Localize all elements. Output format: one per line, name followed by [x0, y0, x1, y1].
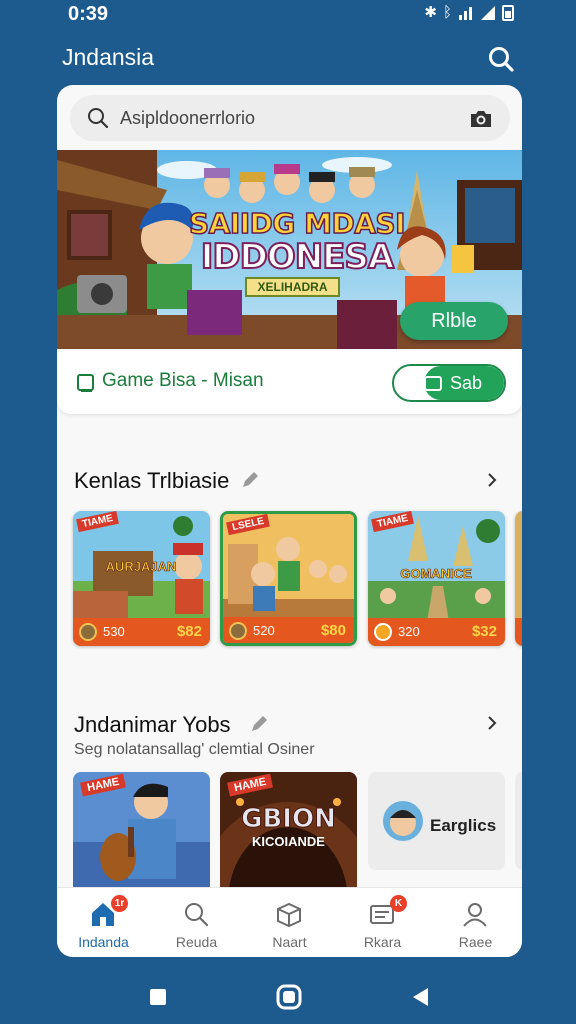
- search-icon[interactable]: [486, 44, 516, 74]
- card-old-price: $32: [471, 623, 497, 640]
- nav-item-profile[interactable]: Raee: [429, 888, 522, 957]
- card-title: GBION: [241, 804, 337, 834]
- camera-icon[interactable]: [468, 106, 494, 130]
- toggle-label: Sab: [450, 373, 483, 393]
- recents-icon[interactable]: [148, 987, 168, 1007]
- nav-label: Naart: [272, 934, 307, 950]
- card-old-price: $80: [320, 622, 346, 639]
- card-image: [515, 511, 522, 646]
- wallet-icon: [424, 376, 442, 391]
- game-card[interactable]: [515, 511, 522, 646]
- pencil-icon: [243, 472, 258, 487]
- banner-title-line1: SAIIDG MDASI: [188, 207, 406, 240]
- card-footer: 320 $32: [368, 618, 505, 646]
- person-icon: [463, 903, 487, 927]
- section-title-new: Jndanimar Yobs: [74, 712, 231, 737]
- card-title: Earglics: [430, 816, 497, 835]
- nav-badge: K: [390, 895, 407, 912]
- game-card[interactable]: HAME GBION KICOIANDE: [220, 772, 357, 902]
- game-card[interactable]: Earglics: [368, 772, 505, 870]
- game-card[interactable]: [515, 772, 522, 870]
- search-input[interactable]: [120, 103, 460, 133]
- banner-play-button[interactable]: Rlble: [400, 302, 508, 340]
- pencil-icon: [252, 716, 267, 731]
- status-bar: 0:39 ✱ ᛒ: [0, 0, 576, 30]
- nav-badge: 1r: [111, 895, 128, 912]
- avatar: [383, 801, 423, 841]
- card-footer: 530 $82: [73, 618, 210, 646]
- status-time: 0:39: [68, 3, 109, 25]
- app-title: Jndansia: [62, 44, 155, 70]
- status-icons: ✱ ᛒ: [424, 4, 514, 22]
- section-subtitle: Seg nolatansallag' clemtial Osiner: [74, 741, 315, 758]
- main-panel: SAIIDG MDASI IDDONESA XELIHADRA Rlble Ga…: [57, 85, 522, 957]
- promo-row[interactable]: Game Bisa - Misan Sab: [57, 349, 522, 414]
- banner-tag: XELIHADRA: [245, 277, 340, 297]
- card-price: 520: [253, 623, 275, 638]
- avatar: [374, 623, 392, 641]
- promo-label: Game Bisa - Misan: [102, 370, 264, 391]
- avatar: [229, 622, 247, 640]
- game-card[interactable]: TIAME AURJAJAN 530 $82: [73, 511, 210, 646]
- avatar: [79, 623, 97, 641]
- card-price: 530: [103, 624, 125, 639]
- banner-title-line2: IDDONESA: [200, 237, 395, 277]
- card-old-price: $82: [176, 623, 202, 640]
- card-footer: 520 $80: [223, 617, 354, 643]
- search-bar[interactable]: [70, 95, 510, 141]
- game-card[interactable]: HAME: [73, 772, 210, 902]
- chevron-right-icon[interactable]: [485, 472, 499, 488]
- nav-label: Raee: [458, 934, 493, 950]
- bottom-nav: 1r Indanda Reuda Naart K Rkara Raee: [57, 887, 522, 957]
- nav-item-messages[interactable]: K Rkara: [336, 888, 429, 957]
- search-icon: [185, 903, 209, 927]
- home-button-icon[interactable]: [276, 984, 302, 1010]
- hero-banner[interactable]: SAIIDG MDASI IDDONESA XELIHADRA Rlble: [57, 150, 522, 350]
- bluetooth-icon: ✱: [424, 4, 437, 21]
- search-icon: [88, 108, 109, 129]
- system-nav-bar: [0, 975, 576, 1020]
- nav-item-store[interactable]: Naart: [243, 888, 336, 957]
- nav-label: Reuda: [175, 934, 218, 950]
- game-card[interactable]: LSELE 520 $80: [220, 511, 357, 646]
- card-price: 320: [398, 624, 420, 639]
- nav-label: Indanda: [78, 934, 129, 950]
- card-subtitle: KICOIANDE: [252, 834, 325, 849]
- nav-label: Rkara: [363, 934, 402, 950]
- game-card[interactable]: TIAME GOMANICE 320 $32: [368, 511, 505, 646]
- battery-icon: [502, 5, 514, 21]
- promo-toggle[interactable]: Sab: [392, 364, 506, 402]
- chevron-right-icon[interactable]: [485, 715, 499, 731]
- back-icon[interactable]: [410, 986, 430, 1008]
- nav-item-search[interactable]: Reuda: [150, 888, 243, 957]
- wifi-signal-icon: [481, 6, 495, 20]
- game-icon: [77, 374, 94, 392]
- nav-item-home[interactable]: 1r Indanda: [57, 888, 150, 957]
- section-title-popular: Kenlas Trlbiasie: [74, 468, 230, 493]
- card-title: AURJAJAN: [105, 559, 177, 575]
- bluetooth-icon: ᛒ: [442, 4, 452, 21]
- box-icon: [277, 902, 301, 928]
- banner-title: SAIIDG MDASI IDDONESA: [167, 207, 427, 277]
- card-title: GOMANICE: [400, 566, 472, 582]
- signal-icon: [459, 7, 472, 20]
